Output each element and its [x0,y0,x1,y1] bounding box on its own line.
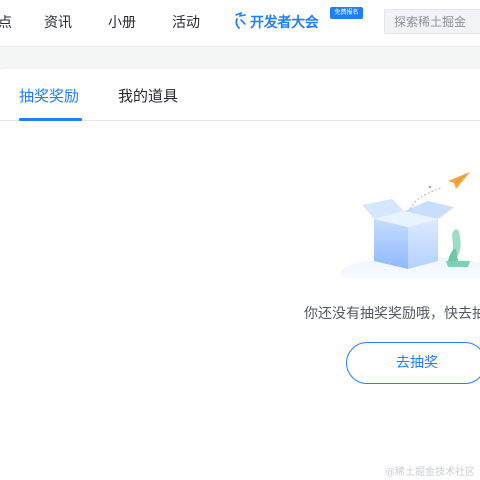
free-signup-badge: 免费报名 [330,7,363,19]
nav-item-booklets[interactable]: 小册 [108,12,136,32]
nav-item-news[interactable]: 资讯 [44,12,72,32]
empty-box-illustration [340,172,480,279]
active-tab-indicator [19,118,82,121]
search-input[interactable] [385,10,480,33]
empty-state-message: 你还没有抽奖奖励哦，快去抽 [304,306,480,322]
top-nav-bar: 点 资讯 小册 活动 开发者大会 免费报名 [0,0,480,47]
conference-logo-icon [235,12,246,29]
tab-lottery-rewards[interactable]: 抽奖奖励 [19,85,79,106]
tab-my-items[interactable]: 我的道具 [118,85,178,106]
tab-bar: 抽奖奖励 我的道具 [0,69,480,121]
watermark: @稀土掘金技术社区 [385,467,475,478]
rewards-panel: 抽奖奖励 我的道具 你还没有抽奖奖励哦，快去抽 去抽奖 [0,69,480,480]
dev-conference-label: 开发者大会 [250,15,319,31]
go-draw-button[interactable]: 去抽奖 [346,342,480,384]
nav-item-truncated[interactable]: 点 [0,12,12,32]
nav-item-events[interactable]: 活动 [172,12,200,32]
search-box[interactable] [384,9,480,34]
